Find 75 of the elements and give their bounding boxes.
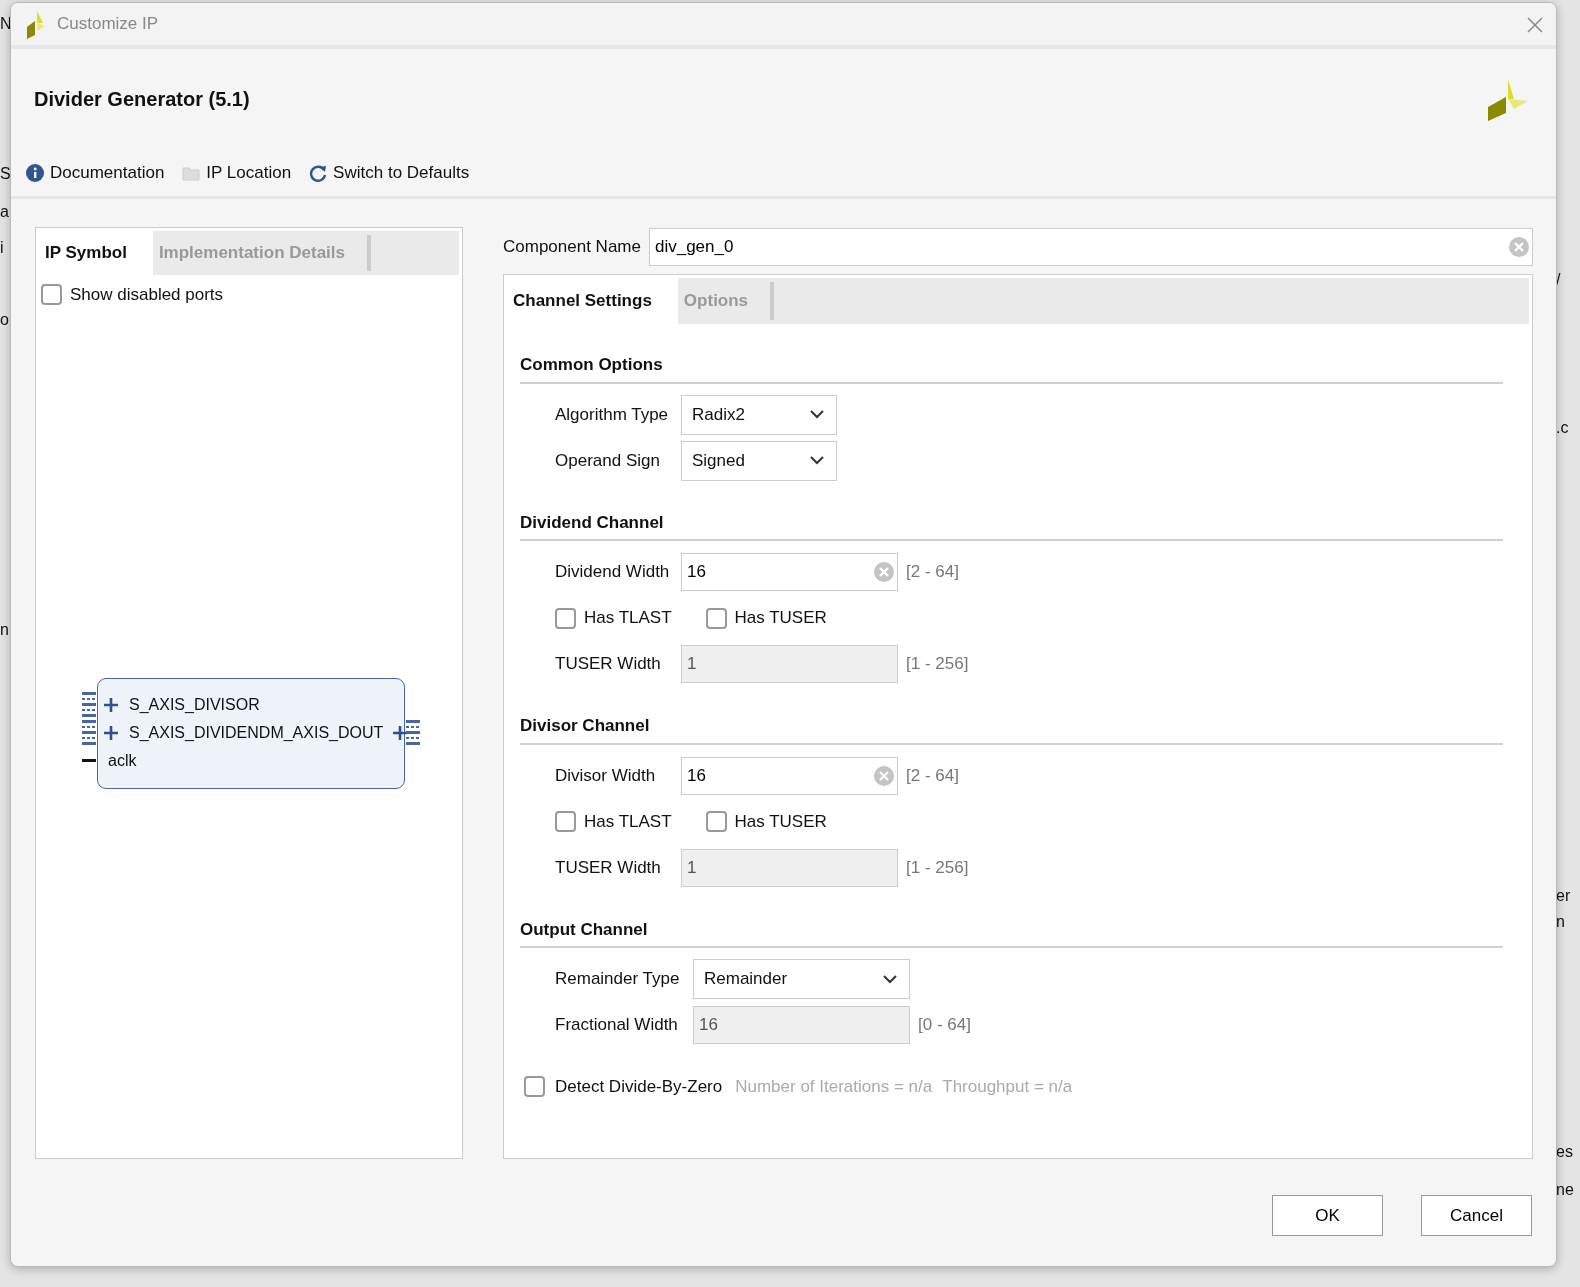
plus-icon (104, 697, 118, 712)
field-label: Algorithm Type (555, 403, 670, 426)
chevron-down-icon (810, 410, 824, 419)
background-text: a (0, 202, 9, 222)
chevron-down-icon (810, 456, 824, 465)
section-heading: Common Options (520, 352, 1503, 384)
chevron-down-icon (883, 974, 897, 984)
checkbox[interactable] (524, 1076, 545, 1098)
range-hint: [1 - 256] (906, 653, 969, 676)
panel-tab[interactable]: IP Symbol (39, 231, 153, 275)
field-label: TUSER Width (555, 653, 662, 676)
field-label: Remainder Type (555, 968, 681, 991)
checkbox-label: Has TUSER (734, 607, 827, 630)
background-text: er (1556, 886, 1571, 906)
checkbox[interactable] (705, 811, 727, 832)
checkbox-label: Detect Divide-By-Zero (555, 1076, 723, 1098)
checkbox-label: Has TUSER (734, 810, 827, 833)
dropdown[interactable]: Remainder (693, 959, 910, 999)
refresh-icon (309, 163, 328, 182)
clear-icon (874, 765, 894, 786)
field-label: Component Name (503, 236, 641, 259)
info-note: Number of Iterations = n/a (735, 1076, 933, 1098)
background-text: .c (1556, 418, 1569, 438)
range-hint: [1 - 256] (906, 856, 969, 879)
input-field[interactable]: 16 (681, 553, 898, 591)
background-text: es (1556, 1142, 1573, 1162)
checkbox[interactable] (555, 607, 576, 629)
port-label: S_AXIS_DIVISOR (129, 694, 260, 715)
background-text: n (0, 620, 9, 640)
toolbar-button[interactable]: Switch to Defaults (309, 159, 470, 186)
toolbar-button[interactable]: Documentation (26, 159, 165, 186)
dialog-button[interactable]: OK (1272, 1195, 1383, 1236)
checkbox[interactable] (705, 607, 727, 629)
dropdown[interactable]: Signed (681, 440, 837, 481)
range-hint: [2 - 64] (906, 764, 959, 787)
clear-icon (874, 562, 894, 582)
dialog-button[interactable]: Cancel (1421, 1195, 1532, 1236)
settings-tab[interactable]: Channel Settings (507, 278, 678, 324)
field-label: Divisor Width (555, 764, 657, 787)
background-text: ne (1556, 1180, 1574, 1200)
dialog-heading: Divider Generator (5.1) (34, 87, 250, 112)
plus-icon (104, 725, 118, 740)
range-hint: [0 - 64] (918, 1014, 971, 1037)
range-hint: [2 - 64] (906, 561, 959, 584)
background-text: n (1556, 912, 1565, 932)
checkbox[interactable] (555, 811, 576, 832)
checkbox[interactable] (41, 284, 62, 306)
background-text: S (0, 164, 11, 184)
section-heading: Dividend Channel (520, 509, 1503, 541)
section-heading: Output Channel (520, 916, 1503, 948)
wire-port-icon (82, 759, 96, 762)
background-text: i (0, 238, 4, 258)
window-title: Customize IP (57, 13, 159, 36)
port-label: M_AXIS_DOUT (270, 722, 384, 743)
port-label: S_AXIS_DIVIDEND (129, 722, 271, 743)
component-name-field[interactable]: div_gen_0 (648, 228, 1533, 266)
checkbox-label: Show disabled ports (70, 284, 224, 306)
plus-icon (393, 725, 408, 740)
field-label: TUSER Width (555, 856, 662, 879)
checkbox-label: Has TLAST (584, 607, 672, 630)
field-label: Fractional Width (555, 1014, 679, 1037)
field-label: Operand Sign (555, 449, 661, 472)
info-note: Throughput = n/a (942, 1076, 1073, 1098)
section-heading: Divisor Channel (520, 713, 1503, 745)
close-icon (1526, 15, 1544, 34)
checkbox-label: Has TLAST (584, 810, 672, 833)
port-label: aclk (108, 750, 137, 771)
field-label: Dividend Width (555, 561, 671, 584)
background-text: N (0, 14, 12, 34)
dropdown[interactable]: Radix2 (681, 394, 837, 435)
input-field[interactable]: 16 (681, 756, 898, 795)
info-icon (26, 163, 44, 182)
toolbar-button[interactable]: IP Location (182, 159, 292, 186)
clear-icon (1509, 237, 1529, 257)
background-text: o (0, 310, 9, 330)
